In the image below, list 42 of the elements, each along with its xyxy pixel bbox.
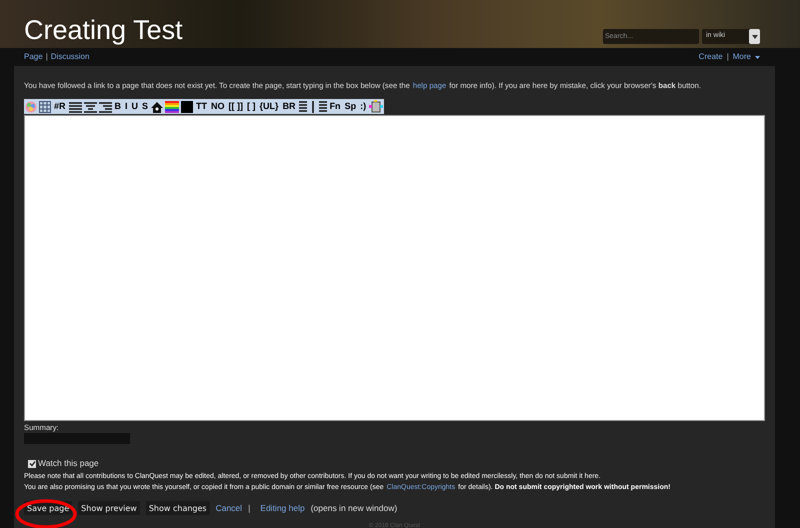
toolbar-button[interactable]: NO [210,102,226,111]
separator: | [46,51,48,63]
caret-icon [749,29,760,44]
toolbar-button[interactable]: #R [53,102,67,111]
rainbow-icon[interactable] [165,100,180,112]
lines-icon[interactable] [318,100,327,112]
separator: | [726,51,729,63]
toolbar-button[interactable]: TT [195,102,208,111]
table-icon[interactable] [39,100,51,112]
toolbar-button[interactable]: I [124,102,129,111]
toolbar-button[interactable]: Sp [344,102,358,111]
cancel-link[interactable]: Cancel [216,502,242,514]
page-title: Creating Test [24,17,183,44]
toolbar-button[interactable]: {UL} [258,102,280,111]
color-wheel-icon[interactable] [25,100,37,112]
toolbar-button[interactable]: Fn [328,102,342,111]
nav-tab[interactable]: Page [24,51,43,63]
align-icon[interactable] [84,100,97,112]
nav-link[interactable]: Create [698,51,723,63]
separator: | [248,502,250,514]
watch-checkbox[interactable] [28,460,36,468]
toolbar-button[interactable]: [[ ]] [228,102,244,111]
house-icon[interactable] [151,100,164,112]
help-note: (opens in new window) [310,502,398,514]
toolbar-button[interactable]: S [141,102,150,111]
watch-label: Watch this page [38,458,99,469]
toolbar-button[interactable]: BR [282,102,297,111]
toolbar-button[interactable]: B [114,102,122,111]
form-button[interactable]: Show changes [146,501,210,515]
toolbar-button[interactable]: U [130,102,140,111]
align-icon[interactable] [68,100,82,112]
form-button[interactable]: Show preview [78,501,140,515]
gadget-icon[interactable] [369,100,384,114]
nav-link[interactable]: More [732,51,751,63]
toolbar-button[interactable]: :) [359,102,368,111]
caret-icon [755,56,760,58]
editing-help-link[interactable]: Editing help [260,502,305,514]
lines-icon[interactable] [298,100,307,112]
square-icon[interactable] [181,100,194,112]
nav-tab[interactable]: Discussion [50,51,90,63]
toolbar-button[interactable]: [ ] [246,102,257,111]
align-icon[interactable] [98,100,112,112]
